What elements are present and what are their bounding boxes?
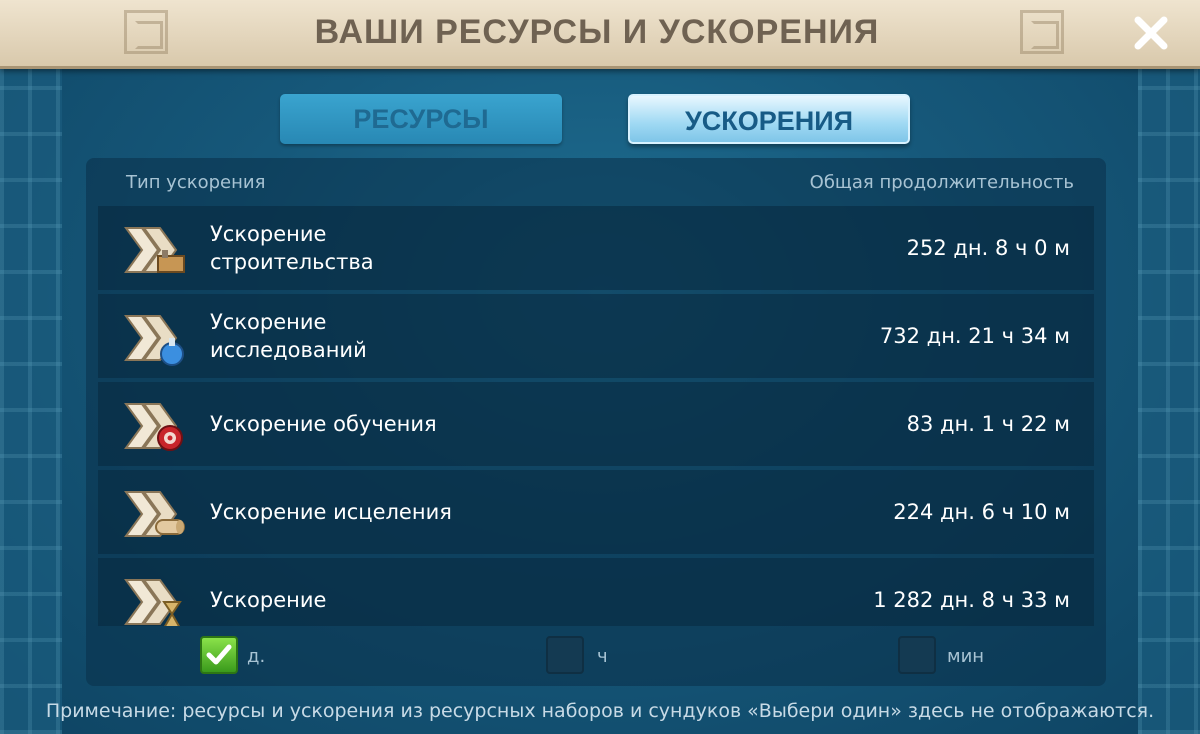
filter-days-checkbox[interactable] xyxy=(200,636,238,674)
filter-hours-label: ч xyxy=(597,646,608,667)
research-speedup-icon xyxy=(124,315,184,366)
speedup-name: Ускорение исследований xyxy=(210,310,367,362)
column-header-type: Тип ускорения xyxy=(126,172,266,193)
left-ornament-border xyxy=(0,66,62,734)
speedup-name: Ускорение обучения xyxy=(210,412,437,436)
speedup-list[interactable]: Ускорение строительства 252 дн. 8 ч 0 м … xyxy=(98,206,1094,626)
speedup-name: Ускорение строительства xyxy=(210,222,374,274)
speedup-duration: 252 дн. 8 ч 0 м xyxy=(906,236,1070,260)
speedup-row-construction[interactable]: Ускорение строительства 252 дн. 8 ч 0 м xyxy=(98,206,1094,290)
speedup-name: Ускорение исцеления xyxy=(210,500,452,524)
construction-speedup-icon xyxy=(124,227,185,273)
column-header-duration: Общая продолжительность xyxy=(809,172,1074,193)
filter-minutes-checkbox[interactable] xyxy=(898,636,936,674)
speedup-row-healing[interactable]: Ускорение исцеления 224 дн. 6 ч 10 м xyxy=(98,470,1094,554)
speedup-name: Ускорение xyxy=(210,588,327,612)
checkmark-icon xyxy=(206,644,232,665)
healing-speedup-icon xyxy=(124,491,185,537)
speedup-row-universal[interactable]: Ускорение 1 282 дн. 8 ч 33 м xyxy=(98,558,1094,626)
footer-note: Примечание: ресурсы и ускорения из ресур… xyxy=(45,700,1155,722)
speedup-duration: 732 дн. 21 ч 34 м xyxy=(879,324,1070,348)
title-bar: ВАШИ РЕСУРСЫ И УСКОРЕНИЯ xyxy=(0,0,1200,69)
close-button[interactable] xyxy=(1130,12,1172,54)
universal-speedup-icon xyxy=(124,579,182,626)
speedup-row-training[interactable]: Ускорение обучения 83 дн. 1 ч 22 м xyxy=(98,382,1094,466)
close-icon xyxy=(1134,16,1168,50)
filter-hours-checkbox[interactable] xyxy=(546,636,584,674)
speedup-duration: 1 282 дн. 8 ч 33 м xyxy=(873,588,1070,612)
speedup-duration: 224 дн. 6 ч 10 м xyxy=(893,500,1070,524)
speedup-row-research[interactable]: Ускорение исследований 732 дн. 21 ч 34 м xyxy=(98,294,1094,378)
filter-minutes-label: мин xyxy=(947,646,985,667)
speedup-duration: 83 дн. 1 ч 22 м xyxy=(906,412,1070,436)
filter-days-label: д. xyxy=(247,646,266,667)
tab-speedups[interactable]: УСКОРЕНИЯ xyxy=(628,94,910,144)
right-ornament-border xyxy=(1138,66,1200,734)
tab-resources[interactable]: РЕСУРСЫ xyxy=(280,94,562,144)
page-title: ВАШИ РЕСУРСЫ И УСКОРЕНИЯ xyxy=(314,13,880,51)
training-speedup-icon xyxy=(124,403,183,451)
